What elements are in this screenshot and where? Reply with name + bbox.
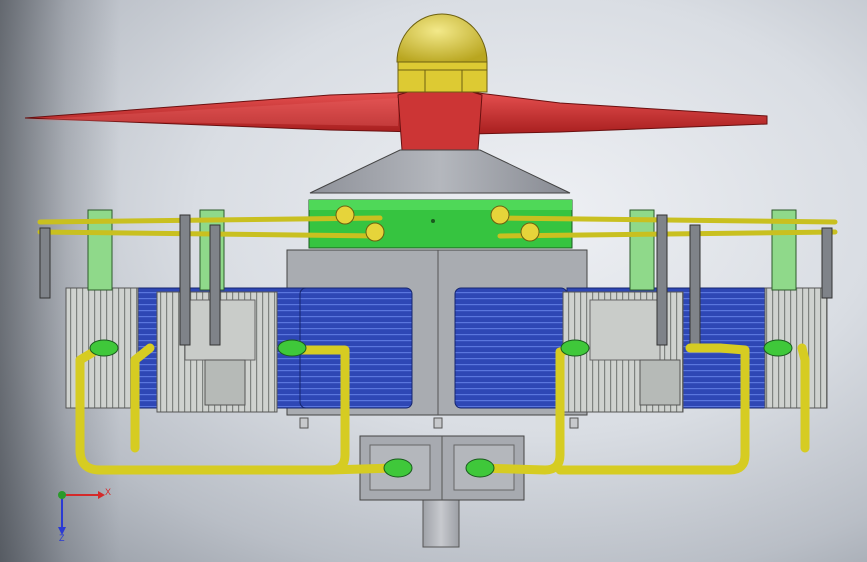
x-axis-label: X xyxy=(105,487,112,497)
cad-viewport[interactable]: X Z xyxy=(0,0,867,562)
output-shaft xyxy=(422,494,460,548)
propeller xyxy=(24,87,768,151)
engine-model[interactable] xyxy=(0,0,867,562)
spinner xyxy=(396,13,488,93)
z-axis-label: Z xyxy=(59,533,65,543)
axis-triad: X Z xyxy=(50,485,112,545)
nose-cone xyxy=(309,149,571,194)
